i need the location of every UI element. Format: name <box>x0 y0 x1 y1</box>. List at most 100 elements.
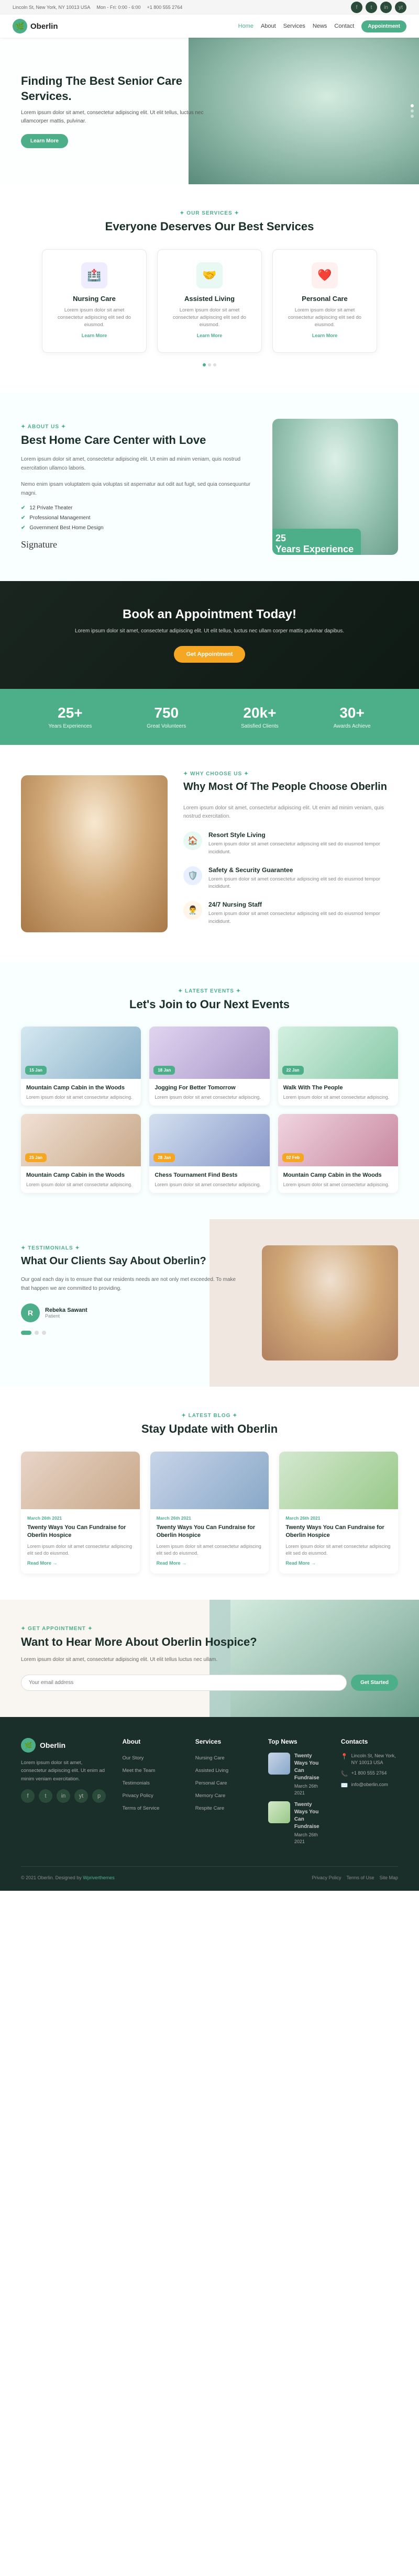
social-twitter-top[interactable]: t <box>366 2 377 13</box>
footer-link-terms[interactable]: Terms of Service <box>123 1805 160 1811</box>
newsletter-email-input[interactable] <box>21 1675 347 1691</box>
feature-management-text: Professional Management <box>29 515 90 521</box>
nursing-care-link[interactable]: Learn More <box>82 333 107 338</box>
feature-design-text: Government Best Home Design <box>29 525 103 531</box>
footer-news-item-2: Twenty Ways You Can Fundraise March 26th… <box>268 1801 325 1845</box>
check-icon-1: ✔ <box>21 505 25 511</box>
topbar-email: +1 800 555 2764 <box>147 5 182 10</box>
footer-bottom: © 2021 Oberlin. Designed by Wprivertheme… <box>21 1866 398 1880</box>
testimonial-author: R Rebeka Sawant Patient <box>21 1303 241 1322</box>
event-img-1: 15 Jan <box>21 1027 141 1079</box>
event-info-6: Mountain Camp Cabin in the Woods Lorem i… <box>278 1166 398 1193</box>
footer-svc-nursing[interactable]: Nursing Care <box>195 1755 225 1761</box>
assisted-living-link[interactable]: Learn More <box>197 333 223 338</box>
footer-social-facebook[interactable]: f <box>21 1789 35 1803</box>
blog-readmore-3[interactable]: Read More → <box>285 1560 316 1566</box>
nav-news[interactable]: News <box>313 23 327 29</box>
footer-about-col: About Our Story Meet the Team Testimonia… <box>123 1738 180 1850</box>
newsletter-submit-btn[interactable]: Get Started <box>351 1675 398 1691</box>
nav-services[interactable]: Services <box>283 23 305 29</box>
contact-phone: 📞 +1 800 555 2764 <box>341 1770 398 1777</box>
footer-logo: 🌿 Oberlin <box>21 1738 107 1753</box>
services-section: Our Services Everyone Deserves Our Best … <box>0 184 419 393</box>
footer-logo-icon: 🌿 <box>21 1738 36 1753</box>
appointment-cta-btn[interactable]: Get Appointment <box>174 646 246 663</box>
footer-sitemap-link[interactable]: Site Map <box>379 1875 398 1880</box>
footer-social-linkedin[interactable]: in <box>57 1789 70 1803</box>
event-walk: 22 Jan Walk With The People Lorem ipsum … <box>278 1027 398 1106</box>
appointment-section: Book an Appointment Today! Lorem ipsum d… <box>0 581 419 689</box>
topbar-social: f t in yt <box>351 2 406 13</box>
event-img-6: 02 Feb <box>278 1114 398 1166</box>
footer-svc-memory[interactable]: Memory Care <box>195 1793 226 1799</box>
safety-icon: 🛡️ <box>183 866 202 885</box>
hero-image <box>189 38 419 184</box>
email-icon: ✉️ <box>341 1782 348 1789</box>
blog-date-3: March 26th 2021 <box>285 1515 392 1521</box>
footer-social-pinterest[interactable]: p <box>92 1789 106 1803</box>
stat-volunteers-number: 750 <box>147 705 186 721</box>
footer-link-team[interactable]: Meet the Team <box>123 1768 156 1774</box>
event-desc-4: Lorem ipsum dolor sit amet consectetur a… <box>26 1181 136 1188</box>
footer-terms-link[interactable]: Terms of Use <box>346 1875 374 1880</box>
dot-3 <box>213 363 216 366</box>
blog-post-excerpt-3: Lorem ipsum dolor sit amet consectetur a… <box>285 1543 392 1557</box>
footer-svc-assisted[interactable]: Assisted Living <box>195 1768 228 1774</box>
nav-contact[interactable]: Contact <box>334 23 354 29</box>
feature-theater: ✔ 12 Private Theater <box>21 505 251 511</box>
footer-contacts-col: Contacts 📍 Lincoln St, New York, NY 1001… <box>341 1738 398 1850</box>
footer-news-date-2: March 26th 2021 <box>294 1832 318 1844</box>
assisted-living-title: Assisted Living <box>168 295 251 303</box>
footer-social-twitter[interactable]: t <box>39 1789 52 1803</box>
social-facebook-top[interactable]: f <box>351 2 362 13</box>
nav-home[interactable]: Home <box>238 23 253 29</box>
footer-link-privacy[interactable]: Privacy Policy <box>123 1793 153 1799</box>
service-nursing-care: 🏥 Nursing Care Lorem ipsum dolor sit ame… <box>42 249 147 353</box>
feature-theater-text: 12 Private Theater <box>29 505 72 511</box>
footer-social-youtube[interactable]: yt <box>74 1789 88 1803</box>
hero-description: Lorem ipsum dolor sit amet, consectetur … <box>21 109 210 126</box>
about-section: About Us Best Home Care Center with Love… <box>0 393 419 581</box>
tnav-dot-2[interactable] <box>35 1331 39 1335</box>
event-img-3: 22 Jan <box>278 1027 398 1079</box>
hero-cta-btn[interactable]: Learn More <box>21 134 68 148</box>
personal-care-link[interactable]: Learn More <box>312 333 338 338</box>
social-youtube-top[interactable]: yt <box>395 2 406 13</box>
appointment-nav-btn[interactable]: Appointment <box>361 20 406 32</box>
dot-1 <box>203 363 206 366</box>
footer-copyright: © 2021 Oberlin. Designed by Wprivertheme… <box>21 1875 115 1880</box>
blog-img-3 <box>279 1452 398 1509</box>
event-img-5: 28 Jan <box>149 1114 269 1166</box>
event-info-4: Mountain Camp Cabin in the Woods Lorem i… <box>21 1166 141 1193</box>
tnav-dot-3[interactable] <box>42 1331 46 1335</box>
footer-svc-personal[interactable]: Personal Care <box>195 1780 227 1786</box>
topbar-address: Lincoln St, New York, NY 10013 USA <box>13 5 90 10</box>
social-linkedin-top[interactable]: in <box>380 2 392 13</box>
footer-link-testimonials[interactable]: Testimonials <box>123 1780 150 1786</box>
testimonial-nav <box>21 1331 241 1335</box>
event-jogging: 18 Jan Jogging For Better Tomorrow Lorem… <box>149 1027 269 1106</box>
footer-svc-respite[interactable]: Respite Care <box>195 1805 224 1811</box>
appointment-desc: Lorem ipsum dolor sit amet, consectetur … <box>21 627 398 635</box>
event-title-6: Mountain Camp Cabin in the Woods <box>283 1172 393 1179</box>
author-avatar: R <box>21 1303 40 1322</box>
footer-link-story[interactable]: Our Story <box>123 1755 144 1761</box>
blog-info-1: March 26th 2021 Twenty Ways You Can Fund… <box>21 1509 140 1574</box>
blog-readmore-2[interactable]: Read More → <box>157 1560 187 1566</box>
appointment-title: Book an Appointment Today! <box>21 607 398 622</box>
blog-post-title-1: Twenty Ways You Can Fundraise for Oberli… <box>27 1524 134 1540</box>
personal-care-icon: ❤️ <box>312 262 338 288</box>
event-date-1: 15 Jan <box>25 1066 47 1075</box>
tnav-dot-1[interactable] <box>21 1331 31 1335</box>
footer-privacy-link[interactable]: Privacy Policy <box>312 1875 341 1880</box>
blog-readmore-1[interactable]: Read More → <box>27 1560 58 1566</box>
nav-about[interactable]: About <box>261 23 276 29</box>
stat-awards: 30+ Awards Achieve <box>334 705 371 729</box>
footer-services-links: Nursing Care Assisted Living Personal Ca… <box>195 1753 252 1812</box>
feature-management: ✔ Professional Management <box>21 515 251 521</box>
hero-section: Finding The Best Senior Care Services. L… <box>0 38 419 184</box>
hero-content: Finding The Best Senior Care Services. L… <box>0 74 210 148</box>
brand-logo[interactable]: 🌿 Oberlin <box>13 19 58 34</box>
footer-designer-link[interactable]: Wpriverthemes <box>83 1875 115 1880</box>
why-label: Why Choose Us <box>183 771 398 777</box>
